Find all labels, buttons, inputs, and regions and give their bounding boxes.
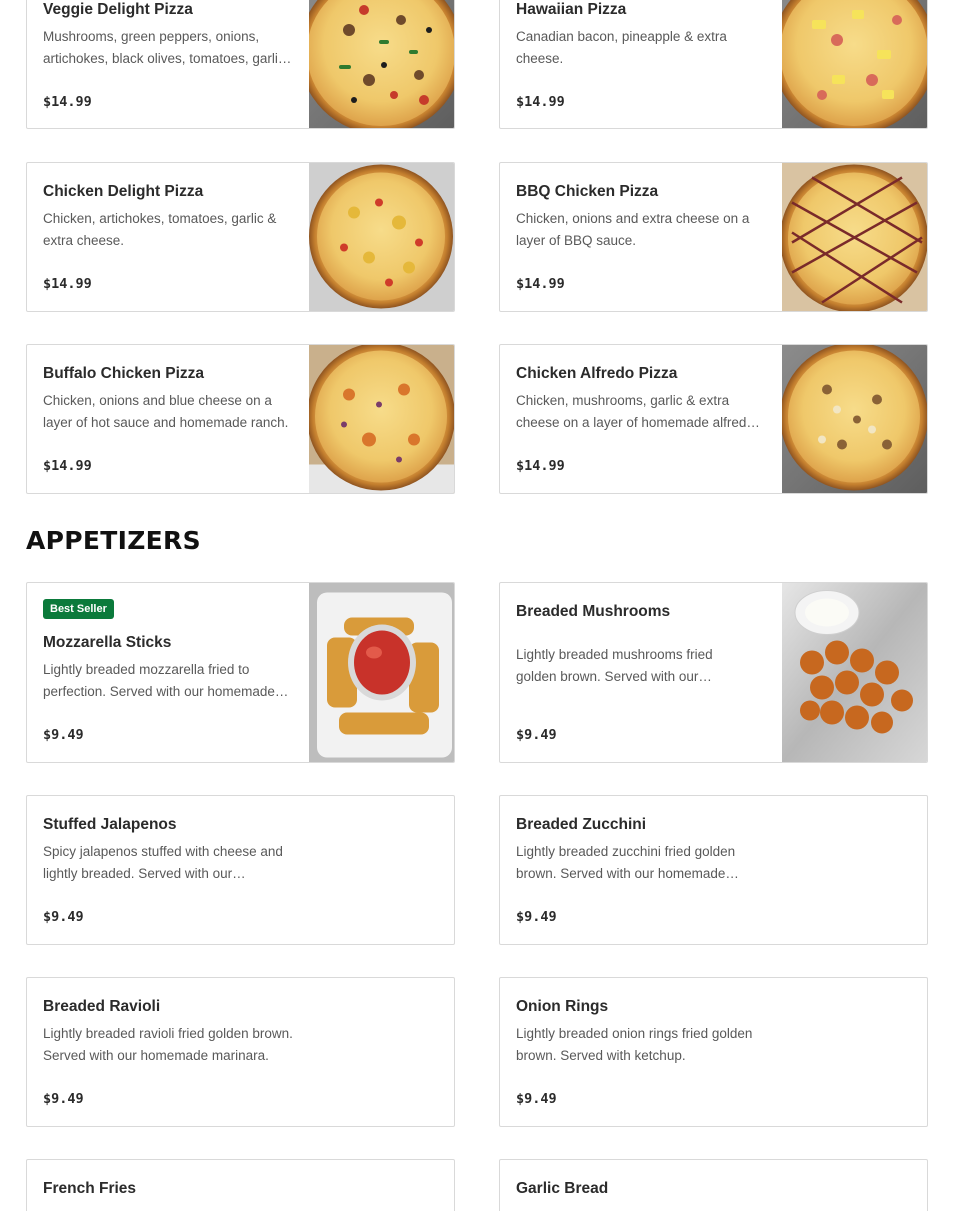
item-price: $9.49 <box>43 727 84 743</box>
item-description: Lightly breaded ravioli fried golden bro… <box>43 1026 293 1063</box>
item-name: Buffalo Chicken Pizza <box>43 365 205 382</box>
item-description: Spicy jalapenos stuffed with cheese and … <box>43 844 283 881</box>
menu-item-card[interactable]: Stuffed Jalapenos Spicy jalapenos stuffe… <box>26 795 455 945</box>
item-description: Chicken, artichokes, tomatoes, garlic & … <box>43 211 277 248</box>
item-price: $14.99 <box>43 276 92 292</box>
item-description: Canadian bacon, pineapple & extra cheese… <box>516 29 727 66</box>
item-name: Chicken Alfredo Pizza <box>516 365 678 382</box>
menu-item-card[interactable]: Onion Rings Lightly breaded onion rings … <box>499 977 928 1127</box>
item-name: Veggie Delight Pizza <box>43 1 193 18</box>
item-price: $14.99 <box>516 276 565 292</box>
item-price: $9.49 <box>43 909 84 925</box>
menu-item-card[interactable]: Chicken Delight Pizza Chicken, artichoke… <box>26 162 455 312</box>
chicken-alfredo-pizza-photo <box>782 345 927 493</box>
menu-item-card[interactable]: Chicken Alfredo Pizza Chicken, mushrooms… <box>499 344 928 494</box>
menu-item-card[interactable]: Garlic Bread <box>499 1159 928 1211</box>
menu-item-card[interactable]: Veggie Delight Pizza Mushrooms, green pe… <box>26 0 455 129</box>
item-price: $14.99 <box>43 458 92 474</box>
item-name: Hawaiian Pizza <box>516 1 627 18</box>
item-name: Breaded Ravioli <box>43 998 161 1015</box>
item-price: $9.49 <box>516 1091 557 1107</box>
item-name: Breaded Zucchini <box>516 816 647 833</box>
item-description: Chicken, onions and extra cheese on a la… <box>516 211 750 248</box>
item-price: $14.99 <box>43 94 92 110</box>
item-description: Lightly breaded mushrooms fried golden b… <box>516 647 713 684</box>
item-description: Lightly breaded zucchini fried golden br… <box>516 844 736 881</box>
item-name: Chicken Delight Pizza <box>43 183 204 200</box>
chicken-delight-pizza-photo <box>309 163 454 311</box>
menu-item-card[interactable]: BBQ Chicken Pizza Chicken, onions and ex… <box>499 162 928 312</box>
item-name: Breaded Mushrooms <box>516 603 671 620</box>
item-name: Stuffed Jalapenos <box>43 816 177 833</box>
menu-item-card[interactable]: Buffalo Chicken Pizza Chicken, onions an… <box>26 344 455 494</box>
section-heading-appetizers: APPETIZERS <box>26 526 201 555</box>
menu-item-card[interactable]: French Fries <box>26 1159 455 1211</box>
item-price: $14.99 <box>516 458 565 474</box>
item-price: $9.49 <box>516 727 557 743</box>
menu-item-card[interactable]: Breaded Ravioli Lightly breaded ravioli … <box>26 977 455 1127</box>
item-name: French Fries <box>43 1180 137 1197</box>
item-description: Lightly breaded onion rings fried golden… <box>516 1026 753 1063</box>
item-description: Mushrooms, green peppers, onions, artich… <box>43 29 285 66</box>
bbq-chicken-pizza-photo <box>782 163 927 311</box>
item-price: $9.49 <box>516 909 557 925</box>
hawaiian-pizza-photo <box>782 0 927 128</box>
veggie-pizza-photo <box>309 0 454 128</box>
item-name: BBQ Chicken Pizza <box>516 183 659 200</box>
item-name: Garlic Bread <box>516 1180 609 1197</box>
item-description: Chicken, onions and blue cheese on a lay… <box>43 393 289 430</box>
buffalo-chicken-pizza-photo <box>309 345 454 493</box>
item-name: Mozzarella Sticks <box>43 634 172 651</box>
menu-item-card[interactable]: Breaded Zucchini Lightly breaded zucchin… <box>499 795 928 945</box>
item-price: $14.99 <box>516 94 565 110</box>
item-description: Lightly breaded mozzarella fried to perf… <box>43 662 275 699</box>
menu-item-card[interactable]: Best Seller Mozzarella Sticks Lightly br… <box>26 582 455 763</box>
item-name: Onion Rings <box>516 998 609 1015</box>
menu-item-card[interactable]: Breaded Mushrooms Lightly breaded mushro… <box>499 582 928 763</box>
best-seller-badge: Best Seller <box>43 599 114 619</box>
item-description: Chicken, mushrooms, garlic & extra chees… <box>516 393 754 430</box>
mozzarella-sticks-photo <box>309 583 454 762</box>
breaded-mushrooms-photo <box>782 583 927 762</box>
menu-item-card[interactable]: Hawaiian Pizza Canadian bacon, pineapple… <box>499 0 928 129</box>
item-price: $9.49 <box>43 1091 84 1107</box>
